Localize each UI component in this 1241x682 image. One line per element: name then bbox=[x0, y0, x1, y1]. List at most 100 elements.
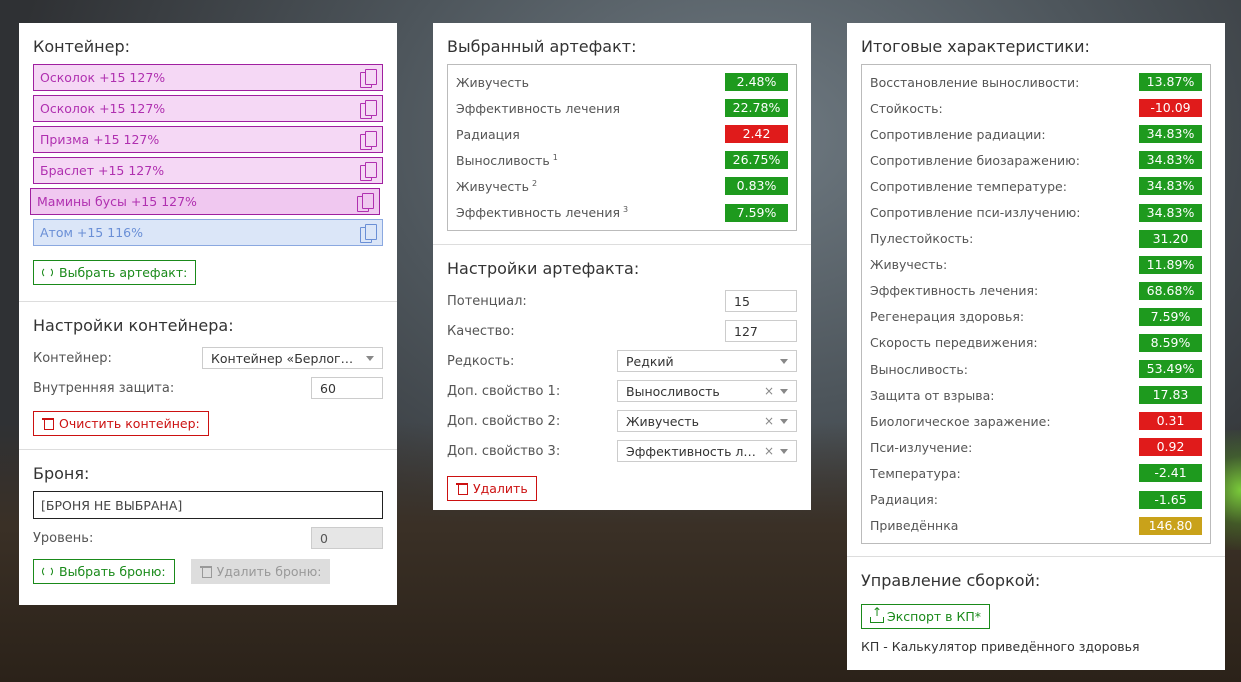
container-settings-title: Настройки контейнера: bbox=[33, 316, 234, 335]
stat-row: Живучесть 2.48% bbox=[456, 69, 788, 95]
stat-name-text: Скорость передвижения: bbox=[870, 335, 1038, 351]
stat-name-text: Защита от взрыва: bbox=[870, 387, 995, 403]
armor-slot[interactable]: [БРОНЯ НЕ ВЫБРАНА] bbox=[33, 491, 383, 519]
stat-name: Пулестойкость: bbox=[870, 231, 973, 246]
level-row: Уровень: 0 bbox=[33, 523, 383, 553]
stat-row: Радиация: -1.65 bbox=[870, 487, 1202, 513]
rarity-value: Редкий bbox=[626, 353, 674, 369]
stat-name: Биологическое заражение: bbox=[870, 414, 1051, 429]
stat-value: 2.42 bbox=[725, 125, 788, 144]
container-item[interactable]: Осколок +15 127% bbox=[33, 95, 383, 122]
stat-value: 2.48% bbox=[725, 73, 788, 92]
stat-name: Живучесть 2 bbox=[456, 179, 537, 194]
stat-name-text: Пулестойкость: bbox=[870, 231, 974, 247]
stat-value: 8.59% bbox=[1139, 333, 1202, 352]
refresh-icon bbox=[42, 565, 54, 578]
select-artifact-button[interactable]: Выбрать артефакт: bbox=[33, 260, 197, 285]
upload-icon bbox=[870, 606, 884, 623]
stat-name-text: Живучесть bbox=[456, 74, 529, 90]
container-label: Контейнер: bbox=[33, 350, 112, 366]
prop1-value: Выносливость bbox=[626, 383, 720, 399]
stat-row: Выносливость 1 26.75% bbox=[456, 147, 788, 173]
prop3-select[interactable]: Эффективность ле... × bbox=[617, 440, 797, 462]
stat-name: Эффективность лечения 3 bbox=[456, 205, 628, 220]
quality-input[interactable]: 127 bbox=[725, 320, 797, 342]
potential-input[interactable]: 15 bbox=[725, 290, 797, 312]
protection-row: Внутренняя защита: 60 bbox=[33, 373, 383, 403]
stat-name: Эффективность лечения bbox=[456, 101, 620, 116]
selected-artifact-title: Выбранный артефакт: bbox=[447, 37, 637, 56]
refresh-icon bbox=[42, 266, 54, 279]
copy-icon[interactable] bbox=[360, 223, 377, 243]
quality-label: Качество: bbox=[447, 323, 515, 339]
stat-row: Сопротивление температуре: 34.83% bbox=[870, 173, 1202, 199]
artifact-settings-section: Настройки артефакта: Потенциал: 15 Качес… bbox=[433, 245, 811, 513]
stat-name: Пси-излучение: bbox=[870, 440, 972, 455]
stat-row: Эффективность лечения: 68.68% bbox=[870, 278, 1202, 304]
stat-row: Эффективность лечения 3 7.59% bbox=[456, 199, 788, 225]
chevron-down-icon bbox=[780, 418, 788, 424]
container-item[interactable]: Осколок +15 127% bbox=[33, 64, 383, 91]
stat-name: Живучесть: bbox=[870, 257, 947, 272]
stat-name-text: Выносливость bbox=[456, 152, 550, 168]
right-panel: Итоговые характеристики: Восстановление … bbox=[847, 23, 1225, 670]
stat-name-text: Регенерация здоровья: bbox=[870, 309, 1025, 325]
stat-value: 31.20 bbox=[1139, 229, 1202, 248]
stat-name: Сопротивление температуре: bbox=[870, 179, 1067, 194]
stat-name-text: Сопротивление биозаражению: bbox=[870, 152, 1080, 168]
stat-row: Стойкость: -10.09 bbox=[870, 95, 1202, 121]
stat-name-text: Живучесть bbox=[456, 179, 529, 194]
stat-name: Восстановление выносливости: bbox=[870, 75, 1079, 90]
build-section: Управление сборкой: Экспорт в КП* КП - К… bbox=[847, 557, 1225, 666]
container-item-label: Браслет +15 127% bbox=[40, 163, 165, 178]
prop2-value: Живучесть bbox=[626, 413, 699, 429]
copy-icon[interactable] bbox=[357, 192, 374, 212]
stat-row: Выносливость: 53.49% bbox=[870, 356, 1202, 382]
stat-row: Приведённка 146.80 bbox=[870, 513, 1202, 539]
prop2-select[interactable]: Живучесть × bbox=[617, 410, 797, 432]
rarity-row: Редкость: Редкий bbox=[447, 346, 797, 376]
prop1-select[interactable]: Выносливость × bbox=[617, 380, 797, 402]
clear-icon[interactable]: × bbox=[764, 444, 774, 458]
rarity-select[interactable]: Редкий bbox=[617, 350, 797, 372]
stat-name-text: Эффективность лечения: bbox=[870, 283, 1039, 299]
container-select[interactable]: Контейнер «Берлога… bbox=[202, 347, 383, 369]
stat-row: Температура: -2.41 bbox=[870, 460, 1202, 486]
container-item-label: Призма +15 127% bbox=[40, 132, 160, 147]
select-armor-button[interactable]: Выбрать броню: bbox=[33, 559, 175, 584]
export-label: Экспорт в КП* bbox=[887, 609, 982, 624]
container-row: Контейнер: Контейнер «Берлога… bbox=[33, 343, 383, 373]
stat-value: 34.83% bbox=[1139, 125, 1202, 144]
stat-value: 0.92 bbox=[1139, 438, 1202, 457]
stat-name-text: Эффективность лечения bbox=[456, 100, 621, 116]
protection-input[interactable]: 60 bbox=[311, 377, 383, 399]
container-item[interactable]: Призма +15 127% bbox=[33, 126, 383, 153]
stat-row: Эффективность лечения 22.78% bbox=[456, 95, 788, 121]
container-item-label: Осколок +15 127% bbox=[40, 101, 166, 116]
stat-name-text: Температура: bbox=[870, 465, 961, 481]
trash-icon bbox=[42, 417, 54, 430]
container-item-label: Мамины бусы +15 127% bbox=[37, 194, 197, 209]
delete-artifact-button[interactable]: Удалить bbox=[447, 476, 537, 501]
clear-icon[interactable]: × bbox=[764, 384, 774, 398]
stat-row: Живучесть: 11.89% bbox=[870, 252, 1202, 278]
stat-name-text: Сопротивление пси-излучению: bbox=[870, 205, 1081, 221]
copy-icon[interactable] bbox=[360, 161, 377, 181]
stat-name: Сопротивление пси-излучению: bbox=[870, 205, 1081, 220]
copy-icon[interactable] bbox=[360, 99, 377, 119]
copy-icon[interactable] bbox=[360, 68, 377, 88]
clear-container-button[interactable]: Очистить контейнер: bbox=[33, 411, 209, 436]
stat-name-text: Биологическое заражение: bbox=[870, 413, 1051, 429]
copy-icon[interactable] bbox=[360, 130, 377, 150]
delete-artifact-label: Удалить bbox=[473, 481, 528, 496]
container-item[interactable]: Атом +15 116% bbox=[33, 219, 383, 246]
trash-icon bbox=[199, 565, 212, 578]
level-input: 0 bbox=[311, 527, 383, 549]
stat-name: Сопротивление радиации: bbox=[870, 127, 1046, 142]
prop3-label: Доп. свойство 3: bbox=[447, 443, 561, 459]
clear-icon[interactable]: × bbox=[764, 414, 774, 428]
container-item[interactable]: Мамины бусы +15 127% bbox=[30, 188, 380, 215]
container-item[interactable]: Браслет +15 127% bbox=[33, 157, 383, 184]
export-button[interactable]: Экспорт в КП* bbox=[861, 604, 991, 629]
potential-row: Потенциал: 15 bbox=[447, 286, 797, 316]
